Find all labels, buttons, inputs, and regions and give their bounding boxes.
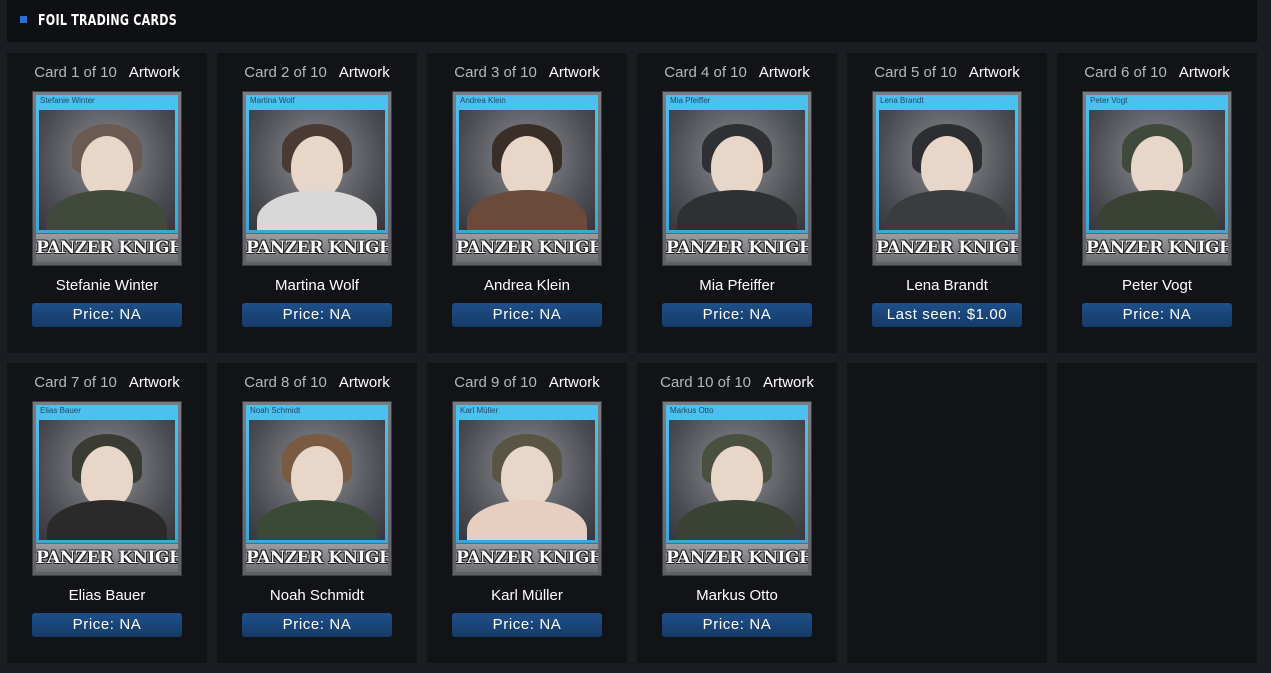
- section-header: FOIL TRADING CARDS: [7, 0, 1257, 42]
- card-nameplate: Martina Wolf: [246, 95, 388, 107]
- trading-card: Card 8 of 10 Artwork Noah Schmidt PANZER …: [217, 363, 417, 663]
- trading-card: Card 6 of 10 Artwork Peter Vogt PANZER KN…: [1057, 53, 1257, 353]
- trading-card: Card 1 of 10 Artwork Stefanie Winter PANZ…: [7, 53, 207, 353]
- card-image[interactable]: Lena Brandt PANZER KNIGHTS: [872, 91, 1022, 266]
- trading-card: Card 5 of 10 Artwork Lena Brandt PANZER K…: [847, 53, 1047, 353]
- card-name: Mia Pfeiffer: [699, 277, 775, 294]
- price-button[interactable]: Price: NA: [662, 613, 812, 637]
- card-image[interactable]: Stefanie Winter PANZER KNIGHTS: [32, 91, 182, 266]
- character-portrait: [39, 420, 175, 540]
- card-logo: PANZER KNIGHTS: [1086, 234, 1228, 262]
- character-portrait: [1089, 110, 1225, 230]
- card-number-label: Card 5 of 10: [874, 64, 957, 81]
- price-button[interactable]: Price: NA: [452, 303, 602, 327]
- card-logo: PANZER KNIGHTS: [36, 234, 178, 262]
- card-number-label: Card 10 of 10: [660, 374, 752, 391]
- card-image[interactable]: Elias Bauer PANZER KNIGHTS: [32, 401, 182, 576]
- card-image[interactable]: Markus Otto PANZER KNIGHTS: [662, 401, 812, 576]
- card-image[interactable]: Mia Pfeiffer PANZER KNIGHTS: [662, 91, 812, 266]
- price-button[interactable]: Price: NA: [242, 303, 392, 327]
- card-name: Stefanie Winter: [55, 277, 159, 294]
- artwork-link[interactable]: Artwork: [759, 64, 810, 81]
- card-number-label: Card 3 of 10: [454, 64, 537, 81]
- trading-card: Card 4 of 10 Artwork Mia Pfeiffer PANZER …: [637, 53, 837, 353]
- card-name: Martina Wolf: [275, 277, 359, 294]
- card-number-label: Card 8 of 10: [244, 374, 327, 391]
- card-number-label: Card 7 of 10: [34, 374, 117, 391]
- card-nameplate: Lena Brandt: [876, 95, 1018, 107]
- card-name: Lena Brandt: [906, 277, 988, 294]
- card-nameplate: Stefanie Winter: [36, 95, 178, 107]
- price-button[interactable]: Price: NA: [242, 613, 392, 637]
- card-name: Andrea Klein: [484, 277, 570, 294]
- character-portrait: [249, 110, 385, 230]
- trading-card: Card 10 of 10 Artwork Markus Otto PANZER …: [637, 363, 837, 663]
- card-logo: PANZER KNIGHTS: [246, 234, 388, 262]
- character-portrait: [39, 110, 175, 230]
- character-portrait: [459, 110, 595, 230]
- section-title: FOIL TRADING CARDS: [38, 11, 177, 29]
- artwork-link[interactable]: Artwork: [1179, 64, 1230, 81]
- card-number-label: Card 2 of 10: [244, 64, 327, 81]
- card-number-label: Card 6 of 10: [1084, 64, 1167, 81]
- card-nameplate: Elias Bauer: [36, 405, 178, 417]
- price-button[interactable]: Price: NA: [1082, 303, 1232, 327]
- card-name: Peter Vogt: [1121, 277, 1193, 294]
- artwork-link[interactable]: Artwork: [339, 64, 390, 81]
- card-logo: PANZER KNIGHTS: [36, 544, 178, 572]
- character-portrait: [459, 420, 595, 540]
- card-nameplate: Peter Vogt: [1086, 95, 1228, 107]
- trading-card: Card 7 of 10 Artwork Elias Bauer PANZER K…: [7, 363, 207, 663]
- card-number-label: Card 9 of 10: [454, 374, 537, 391]
- card-name: Elias Bauer: [68, 587, 146, 604]
- card-nameplate: Andrea Klein: [456, 95, 598, 107]
- card-logo: PANZER KNIGHTS: [456, 544, 598, 572]
- trading-card: Card 9 of 10 Artwork Karl Müller PANZER K…: [427, 363, 627, 663]
- card-nameplate: Noah Schmidt: [246, 405, 388, 417]
- card-number-label: Card 4 of 10: [664, 64, 747, 81]
- character-portrait: [669, 110, 805, 230]
- artwork-link[interactable]: Artwork: [763, 374, 814, 391]
- card-image[interactable]: Martina Wolf PANZER KNIGHTS: [242, 91, 392, 266]
- artwork-link[interactable]: Artwork: [339, 374, 390, 391]
- card-image[interactable]: Andrea Klein PANZER KNIGHTS: [452, 91, 602, 266]
- card-logo: PANZER KNIGHTS: [666, 544, 808, 572]
- trading-card: Card 2 of 10 Artwork Martina Wolf PANZER …: [217, 53, 417, 353]
- card-logo: PANZER KNIGHTS: [876, 234, 1018, 262]
- card-name: Noah Schmidt: [269, 587, 365, 604]
- empty-card-slot: [847, 363, 1047, 663]
- card-name: Markus Otto: [696, 587, 778, 604]
- card-image[interactable]: Peter Vogt PANZER KNIGHTS: [1082, 91, 1232, 266]
- artwork-link[interactable]: Artwork: [129, 374, 180, 391]
- card-logo: PANZER KNIGHTS: [666, 234, 808, 262]
- artwork-link[interactable]: Artwork: [969, 64, 1020, 81]
- square-bullet-icon: [20, 16, 27, 23]
- artwork-link[interactable]: Artwork: [549, 374, 600, 391]
- card-nameplate: Markus Otto: [666, 405, 808, 417]
- card-logo: PANZER KNIGHTS: [456, 234, 598, 262]
- card-nameplate: Karl Müller: [456, 405, 598, 417]
- artwork-link[interactable]: Artwork: [549, 64, 600, 81]
- empty-card-slot: [1057, 363, 1257, 663]
- card-grid: Card 1 of 10 Artwork Stefanie Winter PANZ…: [7, 53, 1257, 663]
- card-number-label: Card 1 of 10: [34, 64, 117, 81]
- character-portrait: [249, 420, 385, 540]
- character-portrait: [669, 420, 805, 540]
- price-button[interactable]: Price: NA: [32, 303, 182, 327]
- trading-card: Card 3 of 10 Artwork Andrea Klein PANZER …: [427, 53, 627, 353]
- card-logo: PANZER KNIGHTS: [246, 544, 388, 572]
- price-button[interactable]: Price: NA: [662, 303, 812, 327]
- price-button[interactable]: Price: NA: [452, 613, 602, 637]
- price-button[interactable]: Price: NA: [32, 613, 182, 637]
- card-nameplate: Mia Pfeiffer: [666, 95, 808, 107]
- card-name: Karl Müller: [491, 587, 563, 604]
- artwork-link[interactable]: Artwork: [129, 64, 180, 81]
- price-button[interactable]: Last seen: $1.00: [872, 303, 1022, 327]
- card-image[interactable]: Karl Müller PANZER KNIGHTS: [452, 401, 602, 576]
- character-portrait: [879, 110, 1015, 230]
- card-image[interactable]: Noah Schmidt PANZER KNIGHTS: [242, 401, 392, 576]
